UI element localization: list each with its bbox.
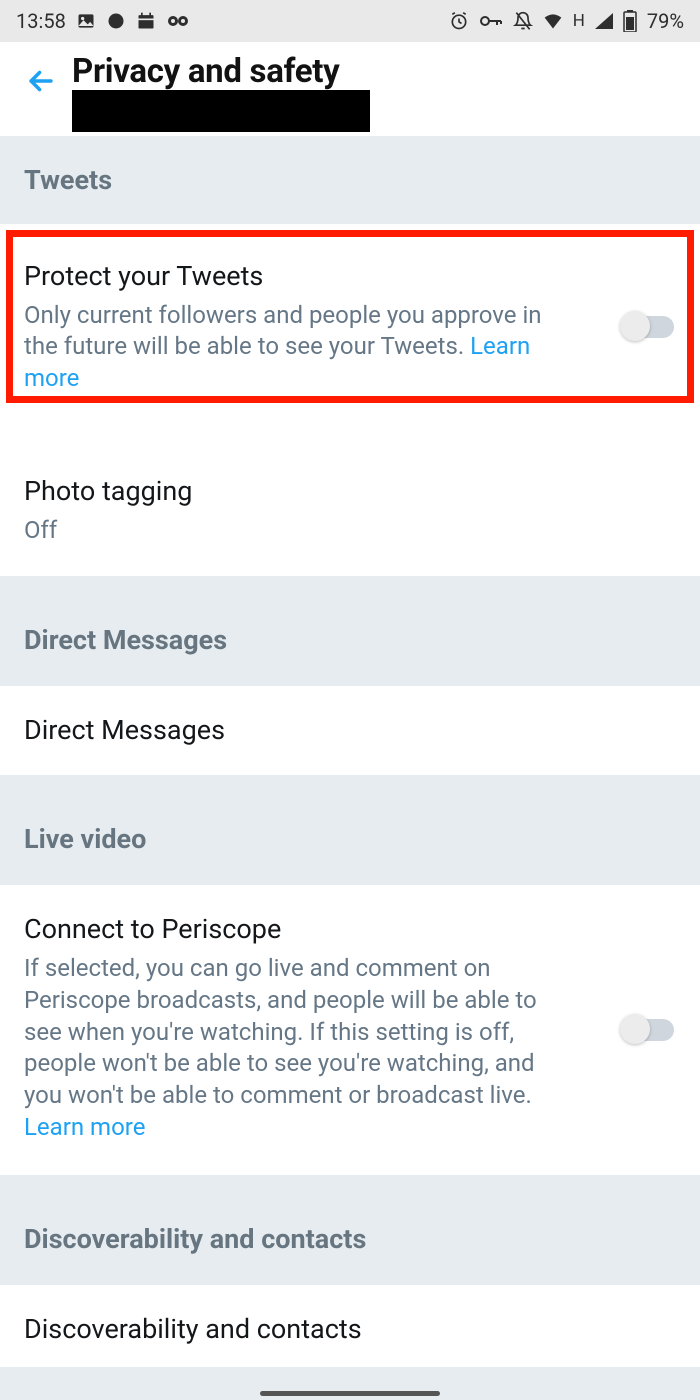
setting-direct-messages[interactable]: Direct Messages [0, 686, 700, 776]
redacted-subtitle [72, 90, 370, 132]
section-header-discoverability: Discoverability and contacts [0, 1175, 700, 1285]
setting-title: Photo tagging [24, 475, 676, 509]
status-left-group: 13:58 [16, 9, 190, 33]
setting-discoverability[interactable]: Discoverability and contacts [0, 1285, 700, 1367]
bell-off-icon [513, 11, 533, 31]
toggle-knob [620, 1014, 650, 1044]
status-right-group: H 79% [449, 9, 684, 33]
section-header-live-video: Live video [0, 775, 700, 885]
circle-icon [106, 11, 126, 31]
setting-value: Off [24, 515, 676, 546]
section-header-label: Direct Messages [24, 624, 676, 656]
nav-indicator [260, 1391, 440, 1396]
setting-periscope[interactable]: Connect to Periscope If selected, you ca… [0, 885, 700, 1175]
mask-icon [166, 14, 190, 28]
status-bar: 13:58 H 79% [0, 0, 700, 42]
setting-desc-text: If selected, you can go live and comment… [24, 954, 537, 1109]
section-header-label: Live video [24, 823, 676, 855]
battery-icon [623, 10, 637, 32]
setting-desc-text: Only current followers and people you ap… [24, 301, 542, 361]
network-label: H [573, 11, 585, 31]
key-icon [479, 14, 503, 28]
signal-icon [595, 13, 613, 29]
protect-tweets-toggle[interactable] [622, 316, 674, 338]
setting-title: Discoverability and contacts [24, 1313, 676, 1347]
learn-more-link[interactable]: Learn more [24, 1113, 145, 1141]
section-header-label: Discoverability and contacts [24, 1223, 676, 1255]
toggle-knob [620, 311, 650, 341]
page-title: Privacy and safety [72, 52, 684, 91]
back-button[interactable] [16, 52, 72, 107]
setting-title: Protect your Tweets [24, 260, 676, 294]
setting-desc: Only current followers and people you ap… [24, 300, 676, 395]
section-header-dm: Direct Messages [0, 576, 700, 686]
wifi-icon [543, 13, 563, 29]
setting-photo-tagging[interactable]: Photo tagging Off [0, 431, 700, 576]
app-header: Privacy and safety [0, 42, 700, 136]
battery-percent: 79% [647, 9, 684, 33]
setting-desc: If selected, you can go live and comment… [24, 953, 676, 1143]
calendar-icon [136, 11, 156, 31]
section-header-label: Tweets [24, 164, 676, 196]
alarm-icon [449, 11, 469, 31]
setting-protect-tweets[interactable]: Protect your Tweets Only current followe… [0, 224, 700, 431]
setting-title: Direct Messages [24, 714, 676, 748]
image-icon [76, 11, 96, 31]
periscope-toggle[interactable] [622, 1019, 674, 1041]
setting-title: Connect to Periscope [24, 913, 676, 947]
status-time: 13:58 [16, 9, 66, 33]
section-header-tweets: Tweets [0, 136, 700, 224]
